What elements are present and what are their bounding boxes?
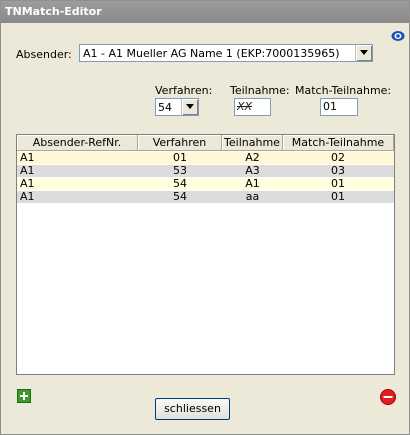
absender-select[interactable]: A1 - A1 Mueller AG Name 1 (EKP:700013596… — [79, 44, 373, 62]
table-cell: A2 — [245, 151, 260, 164]
table-row[interactable]: A1 53 A3 03 — [17, 165, 394, 177]
absender-label: Absender: — [16, 48, 72, 61]
table-cell: A3 — [245, 164, 260, 177]
table-cell: 01 — [331, 190, 345, 203]
match-teilnahme-input[interactable]: 01 — [320, 98, 358, 116]
table-cell: A1 — [245, 177, 260, 190]
table-cell: 01 — [331, 177, 345, 190]
absender-value: A1 - A1 Mueller AG Name 1 (EKP:700013596… — [83, 47, 340, 60]
table-cell: A1 — [20, 177, 35, 190]
column-header[interactable]: Verfahren — [138, 135, 222, 151]
teilnahme-label: Teilnahme: — [230, 84, 290, 97]
remove-icon[interactable] — [380, 389, 396, 405]
table-cell: A1 — [20, 151, 35, 164]
table-cell: 54 — [173, 177, 187, 190]
teilnahme-input[interactable]: XX — [234, 98, 271, 116]
table-cell: 54 — [173, 190, 187, 203]
table-cell: A1 — [20, 190, 35, 203]
chevron-down-icon[interactable] — [181, 99, 198, 115]
tnmatch-editor-window: TNMatch-Editor Absender: A1 - A1 Mueller… — [0, 0, 410, 435]
column-header[interactable]: Match-Teilnahme — [283, 135, 394, 151]
help-eye-icon[interactable] — [391, 29, 405, 43]
add-icon[interactable] — [17, 389, 31, 403]
verfahren-label: Verfahren: — [155, 84, 213, 97]
table-cell: 01 — [173, 151, 187, 164]
window-title: TNMatch-Editor — [1, 1, 409, 23]
table-cell: 03 — [331, 164, 345, 177]
table-row[interactable]: A1 54 aa 01 — [17, 191, 394, 203]
table-cell: 02 — [331, 151, 345, 164]
table-cell: 53 — [173, 164, 187, 177]
table-row[interactable]: A1 54 A1 01 — [17, 178, 394, 190]
table-header: Absender-RefNr. Verfahren Teilnahme Matc… — [17, 135, 394, 151]
match-teilnahme-label: Match-Teilnahme: — [295, 84, 392, 97]
table-cell: aa — [245, 190, 260, 203]
close-button[interactable]: schliessen — [155, 398, 230, 420]
verfahren-value: 54 — [158, 101, 172, 114]
verfahren-select[interactable]: 54 — [155, 98, 199, 116]
table-row[interactable]: A1 01 A2 02 — [17, 152, 394, 164]
match-table[interactable]: Absender-RefNr. Verfahren Teilnahme Matc… — [16, 134, 395, 375]
column-header[interactable]: Teilnahme — [222, 135, 283, 151]
table-cell: A1 — [20, 164, 35, 177]
column-header[interactable]: Absender-RefNr. — [17, 135, 138, 151]
chevron-down-icon[interactable] — [355, 45, 372, 61]
